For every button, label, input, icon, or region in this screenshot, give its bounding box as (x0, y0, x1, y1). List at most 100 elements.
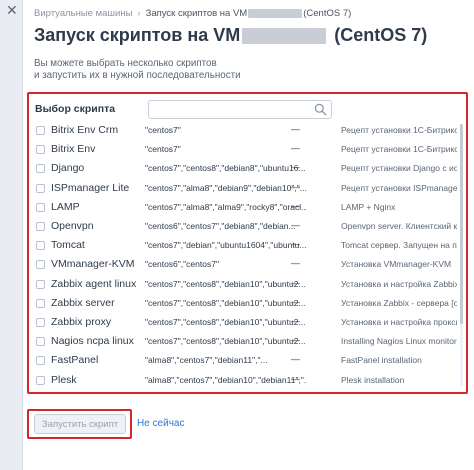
script-row[interactable]: FastPanel "alma8","centos7","debian11",".… (34, 352, 460, 370)
script-row[interactable]: VMmanager-KVM "centos6","centos7" — Установ… (34, 256, 460, 274)
script-row[interactable]: LAMP "centos7","alma8","alma9","rocky8","… (34, 199, 460, 217)
script-name: Zabbix server (51, 296, 115, 309)
script-os-list: "centos7" (145, 125, 181, 135)
script-checkbox[interactable] (36, 260, 45, 270)
script-dash: — (291, 181, 300, 192)
scripts-panel-header: Выбор скрипта (35, 100, 460, 120)
script-name: ISPmanager Lite (51, 181, 130, 194)
breadcrumb-parent[interactable]: Виртуальные машины (34, 8, 132, 19)
script-checkbox[interactable] (36, 241, 45, 251)
redacted-vm-name-title (242, 27, 327, 44)
search-box[interactable] (148, 100, 332, 119)
description-line-2: и запустить их в нужной последовательнос… (34, 70, 241, 81)
scripts-panel-title: Выбор скрипта (35, 103, 116, 115)
script-description: Installing Nagios Linux monitori... (341, 336, 457, 347)
script-os-list: "centos7","debian","ubuntu1604","ubuntu.… (145, 240, 307, 251)
breadcrumb-current-prefix: Запуск скриптов на VM (145, 7, 248, 19)
script-name: Openvpn (51, 220, 94, 232)
script-row[interactable]: Zabbix proxy "centos7","centos8","debian1… (34, 314, 460, 332)
script-os-list: "centos7","centos8","debian10","ubuntu2.… (145, 336, 306, 347)
scrollbar[interactable] (460, 124, 463, 386)
script-description: Tomcat сервер. Запущен на пор... (341, 240, 457, 251)
script-os-list: "centos6","centos7","debian8","debian... (145, 221, 296, 231)
script-name: VMmanager-KVM (51, 258, 135, 271)
script-name: Tomcat (51, 239, 85, 252)
script-description: Рецепт установки Django с исполь... (341, 163, 457, 174)
script-os-list: "alma8","centos7","debian10","debian11",… (145, 374, 307, 385)
description-line-1: Вы можете выбрать несколько скриптов (34, 58, 217, 69)
chevron-right-icon: › (137, 7, 141, 19)
script-checkbox[interactable] (36, 279, 45, 289)
script-description: Рецепт установки 1С-Битрикс: ... (341, 125, 457, 135)
script-checkbox[interactable] (36, 375, 45, 385)
script-row[interactable]: Bitrix Env "centos7" — Рецепт установки 1С-… (34, 141, 460, 159)
script-dash: — (291, 220, 300, 230)
script-checkbox[interactable] (36, 183, 45, 193)
script-dash: — (291, 296, 300, 307)
script-row[interactable]: Nagios ncpa linux "centos7","centos8","de… (34, 333, 460, 351)
script-name: Django (51, 162, 85, 175)
script-dash: — (291, 200, 300, 211)
script-dash: — (291, 143, 300, 154)
script-name: Bitrix Env (51, 143, 96, 156)
script-dash: — (291, 373, 300, 384)
script-name: Nagios ncpa linux (51, 335, 134, 348)
scrollbar-thumb[interactable] (460, 124, 463, 324)
script-dash: — (291, 124, 300, 134)
script-description: Установка и настройка прокси ... (341, 317, 457, 327)
script-row[interactable]: Bitrix Env Crm "centos7" — Рецепт установки… (34, 122, 460, 140)
script-checkbox[interactable] (36, 337, 45, 347)
script-row[interactable]: ISPmanager Lite "centos7","alma8","debian… (34, 180, 460, 198)
script-description: Установка Zabbix - сервера [ocl... (341, 297, 457, 308)
script-os-list: "centos7","centos8","debian10","ubuntu2.… (145, 278, 306, 289)
script-os-list: "centos6","centos7" (145, 259, 219, 270)
breadcrumb: Виртуальные машины › Запуск скриптов на … (34, 6, 351, 20)
script-description: Установка и настройка Zabbix ... (341, 278, 457, 289)
script-description: LAMP + Nginx (341, 201, 396, 212)
search-icon[interactable] (314, 103, 327, 116)
script-name: Bitrix Env Crm (51, 124, 119, 136)
not-now-link[interactable]: Не сейчас (137, 418, 184, 429)
script-name: Plesk (51, 373, 77, 386)
script-checkbox[interactable] (36, 222, 45, 231)
script-checkbox[interactable] (36, 145, 45, 155)
script-row[interactable]: Zabbix agent linux "centos7","centos8","d… (34, 276, 460, 294)
run-script-button[interactable]: Запустить скрипт (34, 414, 126, 434)
script-description: FastPanel installation (341, 355, 422, 366)
breadcrumb-current-suffix: (CentOS 7) (303, 7, 352, 19)
description: Вы можете выбрать несколько скриптов и з… (34, 58, 274, 82)
script-row[interactable]: Openvpn "centos6","centos7","debian8","de… (34, 218, 460, 236)
script-checkbox[interactable] (36, 126, 45, 135)
side-panel-strip: ✕ (0, 0, 23, 470)
script-dash: — (291, 316, 300, 326)
script-row[interactable]: Zabbix server "centos7","centos8","debian… (34, 295, 460, 313)
script-name: LAMP (51, 200, 80, 213)
script-checkbox[interactable] (36, 164, 45, 174)
script-checkbox[interactable] (36, 356, 45, 366)
script-row[interactable]: Plesk "alma8","centos7","debian10","debia… (34, 372, 460, 390)
script-checkbox[interactable] (36, 318, 45, 327)
scripts-panel: Выбор скрипта Bitrix Env Crm "centos7" — Ре… (27, 92, 468, 394)
script-description: Plesk installation (341, 374, 405, 385)
script-dash: — (291, 162, 300, 173)
script-row[interactable]: Django "centos7","centos8","debian8","ubu… (34, 160, 460, 178)
script-description: Рецепт установки 1С-Битрикс: ... (341, 144, 457, 155)
script-checkbox[interactable] (36, 298, 45, 308)
search-input[interactable] (149, 103, 317, 119)
script-description: Рецепт установки ISPmanager 6 ... (341, 182, 457, 193)
script-dash: — (291, 277, 300, 288)
script-description: Установка VMmanager-KVM (341, 259, 452, 270)
script-row[interactable]: Tomcat "centos7","debian","ubuntu1604","u… (34, 237, 460, 255)
script-name: FastPanel (51, 354, 99, 367)
redacted-vm-name (248, 8, 303, 18)
script-description: Openvpn server. Клиентский клю... (341, 221, 457, 231)
page-title-prefix: Запуск скриптов на VM (34, 25, 241, 45)
script-os-list: "centos7","centos8","debian10","ubuntu2.… (145, 297, 306, 308)
script-checkbox[interactable] (36, 202, 45, 212)
script-dash: — (291, 354, 300, 365)
script-os-list: "centos7","centos8","debian10","ubuntu2.… (145, 317, 306, 327)
page-title: Запуск скриптов на VM (CentOS 7) (34, 25, 427, 46)
script-os-list: "centos7","centos8","debian8","ubuntu16.… (145, 163, 306, 174)
script-os-list: "centos7" (145, 144, 181, 155)
close-icon[interactable]: ✕ (6, 3, 18, 17)
